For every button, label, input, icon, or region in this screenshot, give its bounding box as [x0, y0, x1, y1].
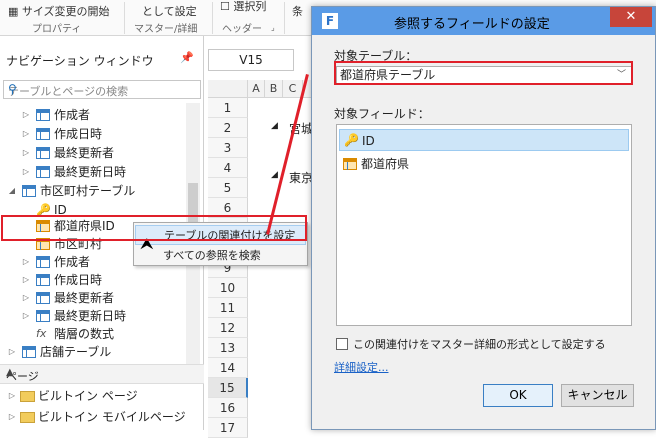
row-header[interactable]: 16 [208, 398, 248, 418]
row-header[interactable]: 14 [208, 358, 248, 378]
row-header[interactable]: 10 [208, 278, 248, 298]
search-icon[interactable]: ⚲ [8, 82, 197, 96]
row-header[interactable]: 2 [208, 118, 248, 138]
tree-item-label: ビルトイン ページ [38, 389, 138, 403]
row-header[interactable]: 13 [208, 338, 248, 358]
row-header[interactable]: 3 [208, 138, 248, 158]
column-header-a[interactable]: A [248, 80, 265, 98]
select-column-checkbox[interactable]: ☐ 選択列 [220, 0, 266, 14]
ribbon-divider [124, 2, 125, 34]
menu-item-find-all-references[interactable]: すべての参照を検索 [135, 246, 306, 266]
tree-item-label: 店舗テーブル [40, 345, 112, 359]
folder-icon [20, 391, 35, 402]
close-button[interactable]: ✕ [610, 7, 652, 27]
resize-start-button[interactable]: ▦ サイズ変更の開始 [8, 3, 110, 19]
tree-item-label: ビルトイン モバイルページ [38, 410, 186, 424]
collapse-icon[interactable]: ◢ [271, 170, 278, 180]
nav-pane-title: ナビゲーション ウィンドウ [6, 54, 154, 68]
row-header[interactable]: 17 [208, 418, 248, 438]
table-icon [36, 292, 50, 304]
tree-item-label: 最終更新者 [54, 146, 115, 160]
checkbox-icon: ☐ [220, 0, 234, 13]
table-icon [36, 128, 50, 140]
collapse-icon[interactable]: ◢ [271, 121, 278, 131]
ribbon-divider [284, 2, 285, 34]
condition-button[interactable]: 条 [292, 3, 303, 19]
tree-item-label: 作成者 [54, 108, 91, 122]
master-detail-checkbox-label[interactable]: この関連付けをマスター詳細の形式として設定する [353, 336, 606, 352]
dialog-launcher-icon[interactable]: ⌟ [271, 23, 275, 32]
field-item-label: ID [362, 134, 375, 148]
highlight-box-prefecture-id [1, 215, 307, 241]
tree-item-label: 作成日時 [54, 273, 103, 287]
app-icon: F [322, 13, 338, 29]
row-header[interactable]: 11 [208, 298, 248, 318]
table-icon [22, 185, 36, 197]
corner-cell[interactable] [208, 80, 248, 98]
table-icon [343, 158, 357, 170]
nav-search-input[interactable]: テーブルとページの検索 ⚲ [3, 80, 201, 99]
resize-start-label: サイズ変更の開始 [21, 5, 110, 18]
select-column-label: 選択列 [233, 0, 267, 13]
advanced-settings-link[interactable]: 詳細設定... [334, 359, 389, 375]
table-icon [36, 166, 50, 178]
pin-icon[interactable]: 📌 [180, 51, 194, 64]
table-icon [36, 310, 50, 322]
master-detail-checkbox[interactable] [336, 338, 348, 350]
row-header[interactable]: 5 [208, 178, 248, 198]
ribbon-divider [212, 2, 213, 34]
target-field-label: 対象フィールド： [334, 107, 430, 121]
dialog-title: 参照するフィールドの設定 [394, 17, 550, 32]
tree-item-label: 最終更新者 [54, 291, 115, 305]
table-icon [36, 109, 50, 121]
tree-item-label: 作成者 [54, 255, 91, 269]
key-icon: 🔑 [344, 133, 359, 147]
group-properties-label: プロパティ [32, 24, 82, 35]
tree-item-label: 最終更新日時 [54, 165, 127, 179]
target-field-list[interactable]: 🔑 ID 都道府県 [336, 124, 632, 326]
field-item-label: 都道府県 [361, 157, 410, 171]
set-as-button[interactable]: として設定 [142, 3, 197, 19]
cell-reference-box[interactable]: V15 [208, 49, 294, 71]
pages-section-header[interactable]: ページ ▲ [0, 364, 204, 384]
table-icon [36, 147, 50, 159]
column-header-b[interactable]: B [265, 80, 283, 98]
group-master-detail-label: マスター/詳細 [134, 24, 198, 35]
highlight-box-target-table [334, 61, 633, 85]
cancel-button[interactable]: キャンセル [561, 384, 634, 407]
row-header-selected[interactable]: 15 [208, 378, 248, 398]
row-header[interactable]: 1 [208, 98, 248, 118]
table-icon [22, 346, 36, 358]
tree-item-label: 市区町村テーブル [40, 184, 136, 198]
cell-tokyo[interactable]: 東京 [289, 169, 313, 186]
folder-icon [20, 412, 35, 423]
tree-item-label: 階層の数式 [54, 327, 115, 341]
tree-item-label: 作成日時 [54, 127, 103, 141]
dialog-titlebar[interactable]: F 参照するフィールドの設定 ✕ [312, 7, 655, 35]
table-icon [36, 274, 50, 286]
field-item-prefecture[interactable]: 都道府県 [339, 153, 629, 175]
tree-item-label: 最終更新日時 [54, 309, 127, 323]
row-header[interactable]: 4 [208, 158, 248, 178]
group-header-label: ヘッダー [222, 24, 262, 35]
field-item-id[interactable]: 🔑 ID [339, 129, 629, 151]
row-header[interactable]: 12 [208, 318, 248, 338]
resize-icon: ▦ [8, 5, 22, 18]
ok-button[interactable]: OK [483, 384, 553, 407]
formula-icon: fx [36, 327, 47, 340]
table-icon [36, 256, 50, 268]
chevron-up-icon[interactable]: ▲ [6, 367, 180, 378]
